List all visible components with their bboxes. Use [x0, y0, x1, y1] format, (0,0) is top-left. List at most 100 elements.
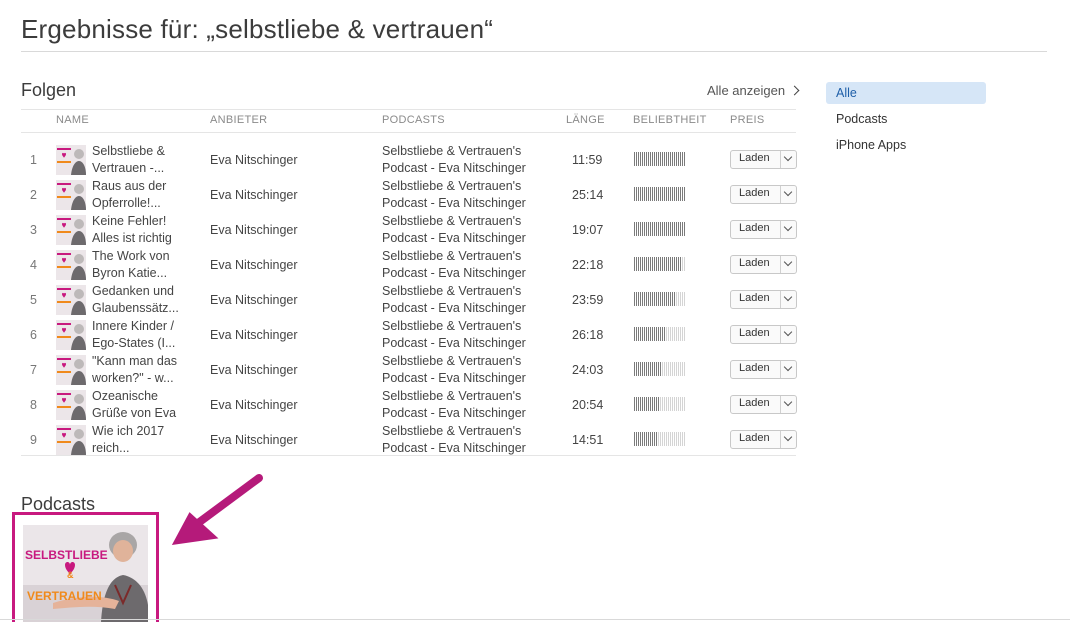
episode-artwork[interactable] [56, 250, 86, 280]
episode-artwork[interactable] [56, 285, 86, 315]
podcast-name-line1[interactable]: Selbstliebe & Vertrauen's [382, 144, 521, 158]
podcast-name-line1[interactable]: Selbstliebe & Vertrauen's [382, 249, 521, 263]
episode-name-line1[interactable]: Selbstliebe & [92, 144, 165, 158]
provider-link[interactable]: Eva Nitschinger [210, 363, 298, 377]
podcast-link[interactable]: Selbstliebe & Vertrauen's Podcast - Eva N… [382, 283, 526, 317]
episode-name-line2[interactable]: reich... [92, 441, 130, 455]
get-button[interactable]: Laden [730, 220, 797, 239]
podcast-name-line1[interactable]: Selbstliebe & Vertrauen's [382, 354, 521, 368]
episode-name[interactable]: Raus aus der Opferrolle!... [92, 178, 202, 212]
table-row[interactable]: 5 Gedanken und Glaubenssätz... Eva Nitschin… [21, 283, 797, 318]
podcast-name-line2[interactable]: Podcast - Eva Nitschinger [382, 196, 526, 210]
episode-name-line2[interactable]: Ego-States (I... [92, 336, 175, 350]
get-button-label[interactable]: Laden [731, 361, 781, 378]
episode-name-line1[interactable]: Ozeanische [92, 389, 158, 403]
get-button-label[interactable]: Laden [731, 431, 781, 448]
episode-name[interactable]: The Work von Byron Katie... [92, 248, 202, 282]
get-button-label[interactable]: Laden [731, 186, 781, 203]
episode-name[interactable]: Wie ich 2017 reich... [92, 423, 202, 457]
table-row[interactable]: 9 Wie ich 2017 reich... Eva Nitschinger Selb… [21, 423, 797, 458]
table-row[interactable]: 1 Selbstliebe & Vertrauen -... Eva Nitschin… [21, 143, 797, 178]
chevron-down-icon[interactable] [781, 256, 796, 273]
column-header-popularity[interactable]: BELIEBTHEIT [633, 114, 707, 126]
get-button[interactable]: Laden [730, 325, 797, 344]
episode-name[interactable]: Keine Fehler! Alles ist richtig [92, 213, 202, 247]
episode-name-line1[interactable]: Raus aus der [92, 179, 166, 193]
see-all-link[interactable]: Alle anzeigen [707, 83, 800, 98]
see-all-label[interactable]: Alle anzeigen [707, 83, 785, 98]
podcast-link[interactable]: Selbstliebe & Vertrauen's Podcast - Eva N… [382, 143, 526, 177]
get-button[interactable]: Laden [730, 150, 797, 169]
get-button[interactable]: Laden [730, 360, 797, 379]
column-header-podcast[interactable]: PODCASTS [382, 114, 445, 126]
episode-artwork[interactable] [56, 355, 86, 385]
podcast-link[interactable]: Selbstliebe & Vertrauen's Podcast - Eva N… [382, 388, 526, 422]
sidebar-item-iphone-apps[interactable]: iPhone Apps [826, 134, 986, 156]
table-row[interactable]: 3 Keine Fehler! Alles ist richtig Eva Nitsc… [21, 213, 797, 248]
provider-link[interactable]: Eva Nitschinger [210, 258, 298, 272]
podcast-name-line2[interactable]: Podcast - Eva Nitschinger [382, 231, 526, 245]
episode-artwork[interactable] [56, 320, 86, 350]
get-button-label[interactable]: Laden [731, 221, 781, 238]
chevron-down-icon[interactable] [781, 431, 796, 448]
podcast-name-line2[interactable]: Podcast - Eva Nitschinger [382, 301, 526, 315]
episode-name-line1[interactable]: The Work von [92, 249, 170, 263]
episode-name-line2[interactable]: Vertrauen -... [92, 161, 164, 175]
episode-name-line2[interactable]: Alles ist richtig [92, 231, 172, 245]
episode-name-line1[interactable]: Keine Fehler! [92, 214, 166, 228]
table-row[interactable]: 6 Innere Kinder / Ego-States (I... Eva Nits… [21, 318, 797, 353]
provider-link[interactable]: Eva Nitschinger [210, 223, 298, 237]
get-button[interactable]: Laden [730, 290, 797, 309]
episode-name-line1[interactable]: Innere Kinder / [92, 319, 174, 333]
episode-name-line1[interactable]: Gedanken und [92, 284, 174, 298]
sidebar-item-podcasts[interactable]: Podcasts [826, 108, 986, 130]
get-button-label[interactable]: Laden [731, 326, 781, 343]
table-row[interactable]: 7 "Kann man das worken?" - w... Eva Nitschi… [21, 353, 797, 388]
get-button-label[interactable]: Laden [731, 256, 781, 273]
sidebar-item-alle[interactable]: Alle [826, 82, 986, 104]
table-row[interactable]: 2 Raus aus der Opferrolle!... Eva Nitsching… [21, 178, 797, 213]
provider-link[interactable]: Eva Nitschinger [210, 153, 298, 167]
episode-name[interactable]: Innere Kinder / Ego-States (I... [92, 318, 202, 352]
get-button[interactable]: Laden [730, 430, 797, 449]
podcast-cover[interactable]: SELBSTLIEBE & VERTRAUEN [23, 525, 148, 622]
podcast-name-line2[interactable]: Podcast - Eva Nitschinger [382, 441, 526, 455]
episode-name-line2[interactable]: Grüße von Eva [92, 406, 176, 420]
podcast-name-line2[interactable]: Podcast - Eva Nitschinger [382, 161, 526, 175]
provider-link[interactable]: Eva Nitschinger [210, 328, 298, 342]
chevron-down-icon[interactable] [781, 291, 796, 308]
episode-name-line2[interactable]: Glaubenssätz... [92, 301, 179, 315]
episode-artwork[interactable] [56, 145, 86, 175]
podcast-name-line1[interactable]: Selbstliebe & Vertrauen's [382, 319, 521, 333]
episode-name-line2[interactable]: Byron Katie... [92, 266, 167, 280]
provider-link[interactable]: Eva Nitschinger [210, 433, 298, 447]
podcast-name-line2[interactable]: Podcast - Eva Nitschinger [382, 336, 526, 350]
get-button-label[interactable]: Laden [731, 291, 781, 308]
chevron-down-icon[interactable] [781, 361, 796, 378]
chevron-down-icon[interactable] [781, 326, 796, 343]
episode-name[interactable]: Selbstliebe & Vertrauen -... [92, 143, 202, 177]
episode-name-line1[interactable]: "Kann man das [92, 354, 177, 368]
podcast-name-line1[interactable]: Selbstliebe & Vertrauen's [382, 424, 521, 438]
episode-name[interactable]: Gedanken und Glaubenssätz... [92, 283, 202, 317]
column-header-price[interactable]: PREIS [730, 114, 765, 126]
podcast-link[interactable]: Selbstliebe & Vertrauen's Podcast - Eva N… [382, 213, 526, 247]
chevron-down-icon[interactable] [781, 221, 796, 238]
table-row[interactable]: 8 Ozeanische Grüße von Eva Eva Nitschinger S… [21, 388, 797, 423]
episode-name[interactable]: Ozeanische Grüße von Eva [92, 388, 202, 422]
episode-name-line2[interactable]: Opferrolle!... [92, 196, 161, 210]
podcast-link[interactable]: Selbstliebe & Vertrauen's Podcast - Eva N… [382, 248, 526, 282]
podcast-link[interactable]: Selbstliebe & Vertrauen's Podcast - Eva N… [382, 423, 526, 457]
provider-link[interactable]: Eva Nitschinger [210, 293, 298, 307]
get-button[interactable]: Laden [730, 185, 797, 204]
episode-name-line2[interactable]: worken?" - w... [92, 371, 174, 385]
provider-link[interactable]: Eva Nitschinger [210, 398, 298, 412]
podcast-name-line1[interactable]: Selbstliebe & Vertrauen's [382, 214, 521, 228]
provider-link[interactable]: Eva Nitschinger [210, 188, 298, 202]
podcast-link[interactable]: Selbstliebe & Vertrauen's Podcast - Eva N… [382, 178, 526, 212]
podcast-cover-art[interactable]: SELBSTLIEBE & VERTRAUEN [23, 525, 148, 622]
get-button-label[interactable]: Laden [731, 396, 781, 413]
chevron-down-icon[interactable] [781, 396, 796, 413]
episode-artwork[interactable] [56, 390, 86, 420]
podcast-link[interactable]: Selbstliebe & Vertrauen's Podcast - Eva N… [382, 353, 526, 387]
